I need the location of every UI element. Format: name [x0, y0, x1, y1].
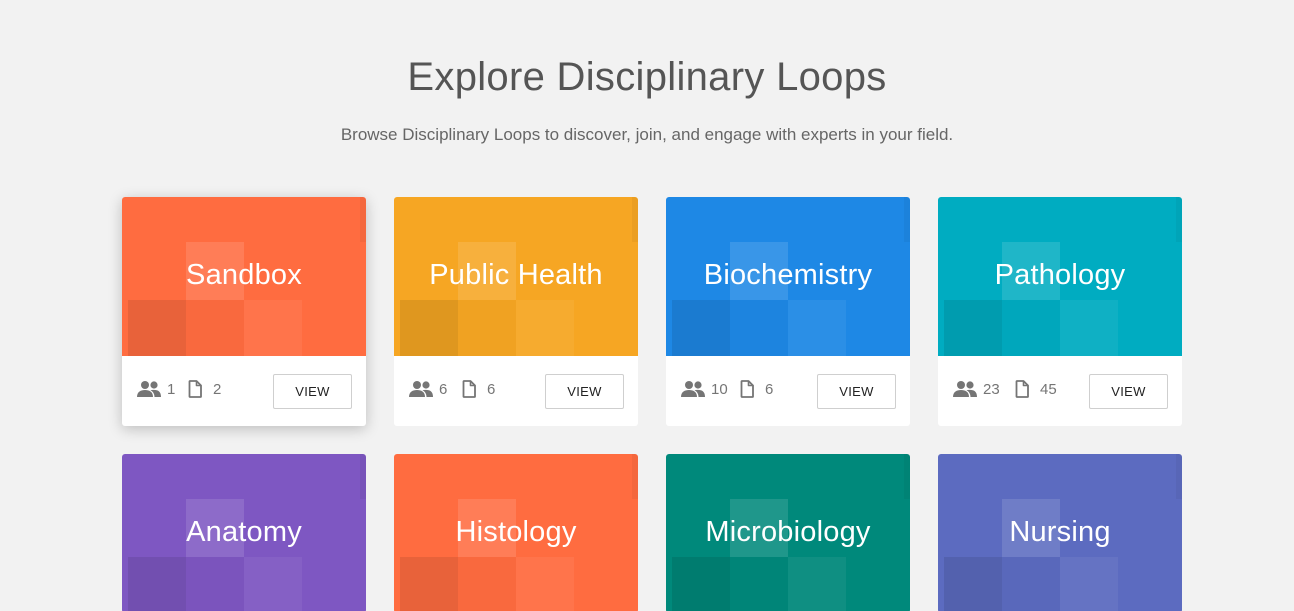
banner-mosaic-tile	[1002, 557, 1060, 611]
loop-card-nursing[interactable]: Nursing	[938, 454, 1182, 611]
banner-mosaic-tile	[458, 557, 516, 611]
card-title: Anatomy	[186, 516, 302, 548]
view-button[interactable]: VIEW	[817, 374, 896, 409]
loop-card-histology[interactable]: Histology	[394, 454, 638, 611]
document-icon	[462, 380, 476, 398]
banner-mosaic-tile	[128, 300, 186, 356]
documents-count: 6	[462, 380, 495, 398]
banner-mosaic-tile	[244, 300, 302, 356]
banner-mosaic-tile	[672, 300, 730, 356]
banner-mosaic-tile	[1176, 197, 1182, 242]
people-icon	[136, 380, 162, 398]
members-count-value: 6	[439, 380, 448, 398]
members-count: 23	[952, 380, 1000, 398]
banner-mosaic-tile	[788, 557, 846, 611]
card-banner[interactable]: Pathology	[938, 197, 1182, 356]
members-count-value: 10	[711, 380, 728, 398]
card-footer: 10 6 VIEW	[666, 356, 910, 426]
banner-mosaic-tile	[458, 300, 516, 356]
card-footer: 6 6 VIEW	[394, 356, 638, 426]
loop-card-microbiology[interactable]: Microbiology	[666, 454, 910, 611]
banner-mosaic-tile	[400, 300, 458, 356]
card-banner[interactable]: Histology	[394, 454, 638, 611]
documents-count: 6	[740, 380, 773, 398]
banner-mosaic-tile	[672, 557, 730, 611]
documents-count-value: 45	[1040, 380, 1057, 398]
documents-count: 2	[188, 380, 221, 398]
loop-card-public-health[interactable]: Public Health 6 6 VIEW	[394, 197, 638, 426]
document-icon	[1015, 380, 1029, 398]
view-button[interactable]: VIEW	[1089, 374, 1168, 409]
page-subtitle: Browse Disciplinary Loops to discover, j…	[340, 125, 954, 144]
loop-card-sandbox[interactable]: Sandbox 1 2 VIEW	[122, 197, 366, 426]
members-count-value: 1	[167, 380, 176, 398]
banner-mosaic-tile	[632, 197, 638, 242]
members-count: 6	[408, 380, 447, 398]
banner-mosaic-tile	[360, 454, 366, 499]
card-title: Nursing	[1009, 516, 1111, 548]
members-count: 10	[680, 380, 728, 398]
loop-card-pathology[interactable]: Pathology 23 45 VIEW	[938, 197, 1182, 426]
people-icon	[952, 380, 978, 398]
banner-mosaic-tile	[1060, 300, 1118, 356]
card-title: Biochemistry	[703, 259, 873, 291]
banner-mosaic-tile	[1060, 557, 1118, 611]
loop-card-anatomy[interactable]: Anatomy	[122, 454, 366, 611]
card-banner[interactable]: Public Health	[394, 197, 638, 356]
banner-mosaic-tile	[730, 300, 788, 356]
members-count: 1	[136, 380, 175, 398]
documents-count-value: 6	[487, 380, 496, 398]
document-icon	[740, 380, 754, 398]
card-title: Sandbox	[186, 259, 302, 291]
banner-mosaic-tile	[788, 300, 846, 356]
card-banner[interactable]: Anatomy	[122, 454, 366, 611]
banner-mosaic-tile	[1176, 454, 1182, 499]
card-title: Public Health	[429, 259, 603, 291]
banner-mosaic-tile	[632, 454, 638, 499]
people-icon	[408, 380, 434, 398]
loop-card-biochemistry[interactable]: Biochemistry 10 6 VIEW	[666, 197, 910, 426]
banner-mosaic-tile	[1002, 300, 1060, 356]
banner-mosaic-tile	[904, 454, 910, 499]
banner-mosaic-tile	[244, 557, 302, 611]
card-title: Microbiology	[705, 516, 871, 548]
banner-mosaic-tile	[516, 557, 574, 611]
documents-count: 45	[1015, 380, 1057, 398]
card-title: Pathology	[994, 259, 1126, 291]
card-title: Histology	[455, 516, 577, 548]
documents-count-value: 2	[213, 380, 222, 398]
banner-mosaic-tile	[186, 557, 244, 611]
banner-mosaic-tile	[944, 300, 1002, 356]
card-footer: 1 2 VIEW	[122, 356, 366, 426]
documents-count-value: 6	[765, 380, 774, 398]
view-button[interactable]: VIEW	[545, 374, 624, 409]
banner-mosaic-tile	[730, 557, 788, 611]
card-banner[interactable]: Nursing	[938, 454, 1182, 611]
page-title: Explore Disciplinary Loops	[407, 55, 887, 99]
card-banner[interactable]: Microbiology	[666, 454, 910, 611]
banner-mosaic-tile	[128, 557, 186, 611]
page: Explore Disciplinary Loops Browse Discip…	[0, 0, 1294, 611]
card-footer: 23 45 VIEW	[938, 356, 1182, 426]
card-banner[interactable]: Sandbox	[122, 197, 366, 356]
view-button[interactable]: VIEW	[273, 374, 352, 409]
banner-mosaic-tile	[904, 197, 910, 242]
card-banner[interactable]: Biochemistry	[666, 197, 910, 356]
document-icon	[188, 380, 202, 398]
banner-mosaic-tile	[516, 300, 574, 356]
banner-mosaic-tile	[360, 197, 366, 242]
banner-mosaic-tile	[186, 300, 244, 356]
people-icon	[680, 380, 706, 398]
members-count-value: 23	[983, 380, 1000, 398]
banner-mosaic-tile	[944, 557, 1002, 611]
banner-mosaic-tile	[400, 557, 458, 611]
